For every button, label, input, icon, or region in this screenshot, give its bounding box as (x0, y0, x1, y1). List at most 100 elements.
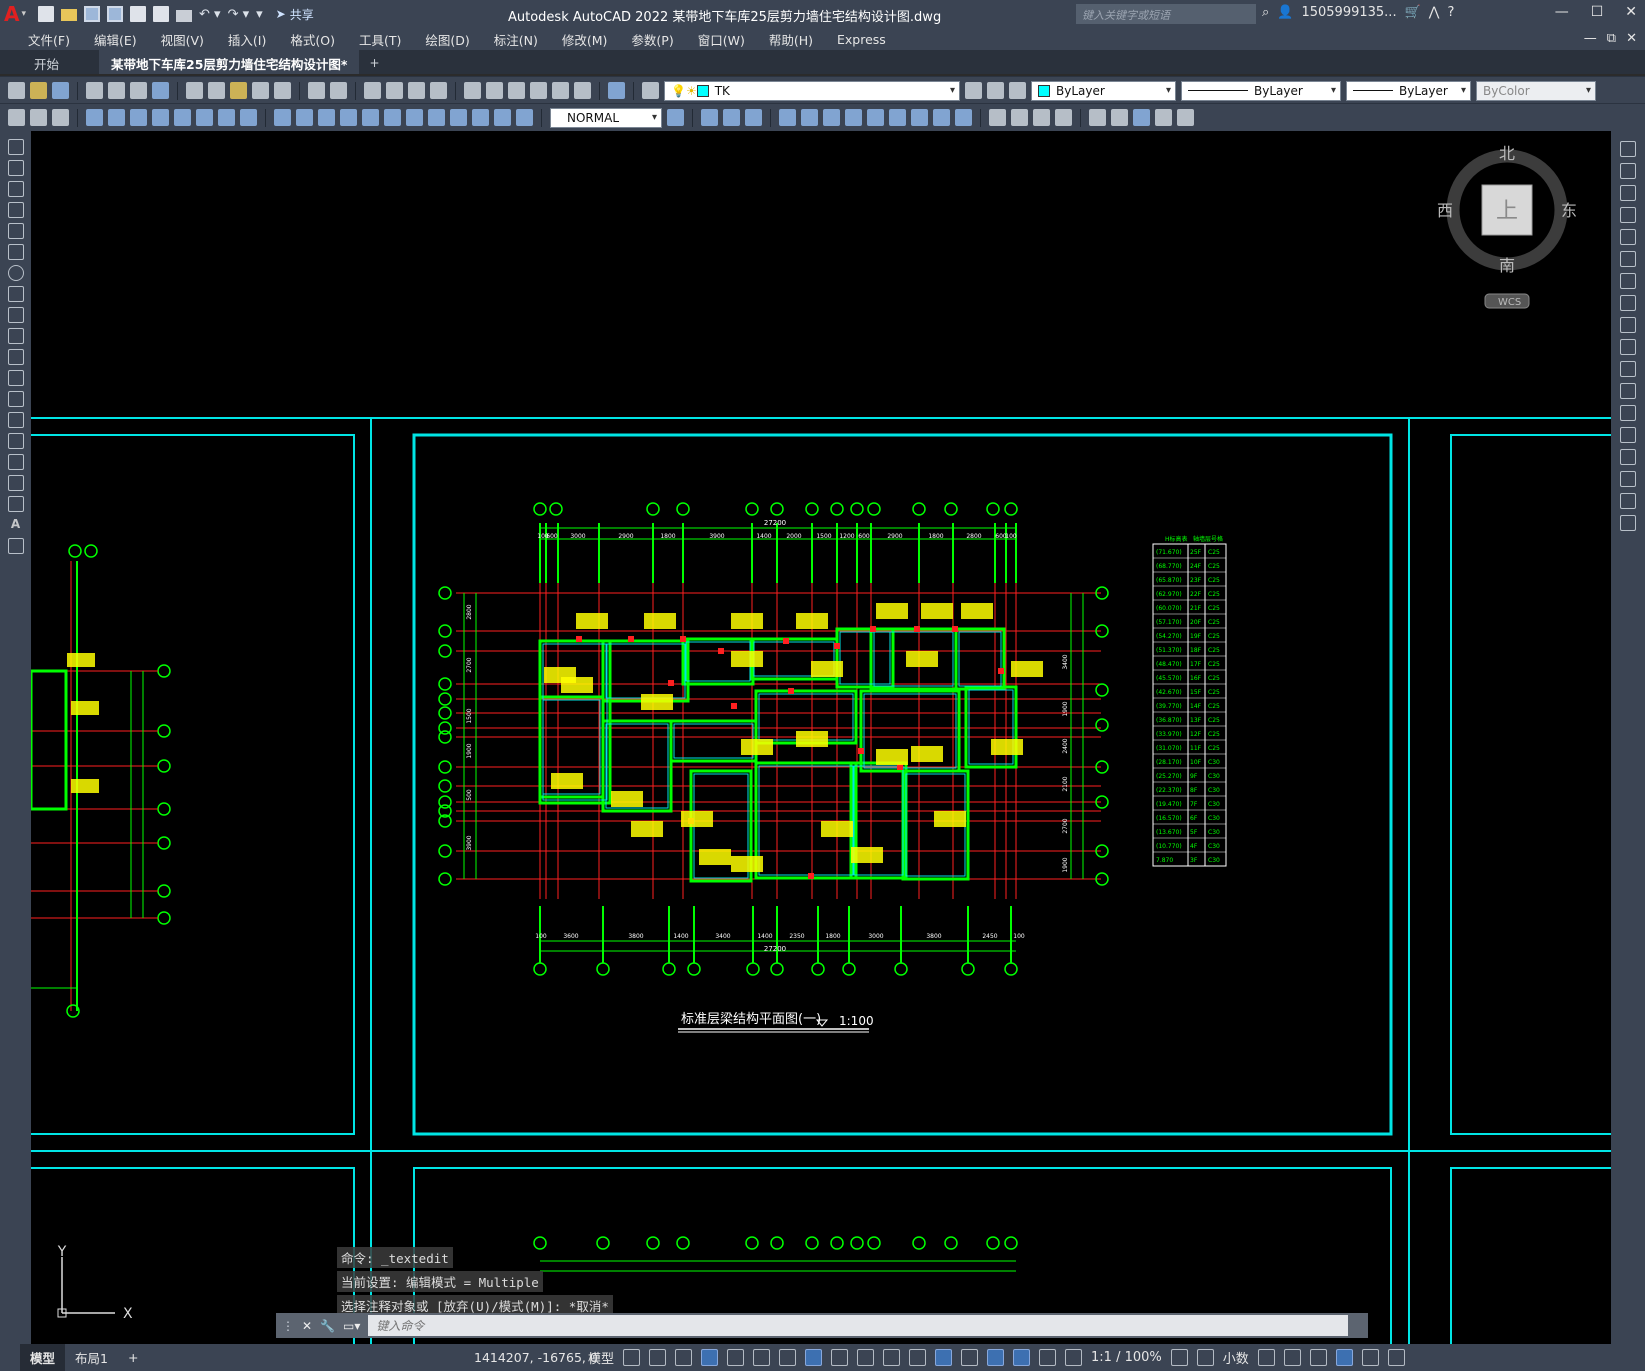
tab-model[interactable]: 模型 (20, 1344, 66, 1371)
maximize-button[interactable]: ☐ (1591, 4, 1604, 20)
user-name[interactable]: 1505999135... (1301, 5, 1396, 20)
compass-west[interactable]: 西 (1437, 201, 1453, 220)
redo-icon[interactable]: ↷ ▾ (228, 7, 250, 22)
3d-osnap-icon[interactable] (909, 1349, 927, 1366)
rectangle-icon[interactable] (7, 223, 24, 239)
polar-icon[interactable] (727, 1349, 745, 1366)
dim-text-edit-icon[interactable] (494, 109, 511, 126)
construction-line-icon[interactable] (7, 160, 24, 176)
tool-palettes-icon[interactable] (508, 82, 525, 99)
workspace-icon[interactable] (1170, 1349, 1188, 1366)
customization-icon[interactable] (1387, 1349, 1405, 1366)
jogged-linear-icon[interactable] (450, 109, 467, 126)
zoom-window-icon[interactable] (408, 82, 425, 99)
chamfer-icon[interactable] (1620, 449, 1636, 465)
plot-icon[interactable] (176, 9, 192, 22)
ucs-view-icon[interactable] (889, 109, 906, 126)
menu-item[interactable]: 参数(P) (619, 30, 685, 49)
layer-properties-icon[interactable] (642, 82, 659, 99)
quick-properties-icon[interactable] (1257, 1349, 1275, 1366)
recent-commands-icon[interactable]: ▭▾ (343, 1319, 360, 1333)
drawing-canvas[interactable]: 100 600 3000 2900 1800 3900 1400 2000 1500 1200 60… (31, 131, 1611, 1344)
doc-close-button[interactable]: ✕ (1626, 31, 1637, 46)
free-orbit-icon[interactable] (1111, 109, 1128, 126)
save-icon[interactable] (52, 82, 69, 99)
dim-edit-icon[interactable] (472, 109, 489, 126)
point-icon[interactable] (7, 412, 24, 428)
arc-icon[interactable] (7, 244, 24, 260)
dim-update-icon[interactable] (516, 109, 533, 126)
model-space-button[interactable]: 模型 (588, 1348, 614, 1367)
menu-item[interactable]: 绘图(D) (413, 30, 481, 49)
explode-icon[interactable] (1620, 515, 1636, 531)
break-icon[interactable] (1620, 405, 1636, 421)
erase-icon[interactable] (1620, 141, 1636, 157)
undo-icon[interactable]: ↶ ▾ (199, 7, 221, 22)
menu-item[interactable]: 插入(I) (216, 30, 278, 49)
osnap-icon[interactable] (805, 1349, 823, 1366)
linear-dim-icon[interactable] (86, 109, 103, 126)
open-file-icon[interactable] (61, 9, 77, 21)
linetype-dropdown[interactable]: ByLayer ▾ (1181, 80, 1341, 101)
menu-item[interactable]: Express (825, 32, 898, 47)
dynamic-ucs-icon[interactable] (935, 1349, 953, 1366)
walk-icon[interactable] (1155, 109, 1172, 126)
plus-icon[interactable] (1196, 1349, 1214, 1366)
command-input[interactable] (368, 1315, 1349, 1336)
copy-icon[interactable] (208, 82, 225, 99)
radius-dim-icon[interactable] (174, 109, 191, 126)
compass-north[interactable]: 北 (1499, 144, 1515, 163)
help-icon[interactable] (608, 82, 625, 99)
layer-tool-icon[interactable] (8, 109, 25, 126)
lineweight-dropdown[interactable]: ByLayer ▾ (1346, 80, 1471, 101)
continue-dim-icon[interactable] (318, 109, 335, 126)
close-button[interactable]: ✕ (1625, 4, 1637, 20)
isolate-icon[interactable] (1309, 1349, 1327, 1366)
lock-ui-icon[interactable] (1283, 1349, 1301, 1366)
scale-icon[interactable] (1620, 295, 1636, 311)
circle-icon[interactable] (7, 265, 24, 281)
stretch-icon[interactable] (1620, 317, 1636, 333)
cart-icon[interactable]: 🛒 (1405, 5, 1421, 20)
add-layout-button[interactable]: + (118, 1346, 148, 1369)
layer-walk-icon[interactable] (30, 109, 47, 126)
realistic-icon[interactable] (1033, 109, 1050, 126)
help-icon[interactable]: ? (1447, 5, 1454, 20)
conceptual-icon[interactable] (1055, 109, 1072, 126)
ucs-icon[interactable] (779, 109, 796, 126)
annotation-scale-icon[interactable] (1065, 1349, 1083, 1366)
coordinates-readout[interactable]: 1414207, -16765, 0 (474, 1350, 598, 1365)
zoom-previous-icon[interactable] (430, 82, 447, 99)
ucs-origin-icon[interactable] (911, 109, 928, 126)
layer-dropdown[interactable]: 💡☀ TK ▾ (664, 80, 960, 101)
gradient-icon[interactable] (7, 454, 24, 470)
user-icon[interactable]: 👤 (1277, 5, 1293, 20)
ucs-3point-icon[interactable] (955, 109, 972, 126)
view-back-icon[interactable] (723, 109, 740, 126)
dim-style-icon[interactable] (667, 109, 684, 126)
new-icon[interactable] (8, 82, 25, 99)
rotate-icon[interactable] (1620, 273, 1636, 289)
menu-item[interactable]: 修改(M) (550, 30, 620, 49)
menu-item[interactable]: 视图(V) (149, 30, 216, 49)
hardware-accel-icon[interactable] (1335, 1349, 1353, 1366)
quick-dim-icon[interactable] (274, 109, 291, 126)
block-editor-icon[interactable] (274, 82, 291, 99)
search-input[interactable]: 键入关键字或短语 (1076, 4, 1256, 24)
clean-screen-icon[interactable] (1361, 1349, 1379, 1366)
move-icon[interactable] (1620, 251, 1636, 267)
undo-icon[interactable] (308, 82, 325, 99)
qat-dropdown-icon[interactable]: ▾ (256, 7, 263, 22)
new-file-icon[interactable] (38, 6, 54, 22)
tolerance-icon[interactable] (384, 109, 401, 126)
auto-scale-icon[interactable] (1039, 1349, 1057, 1366)
view-left-icon[interactable] (745, 109, 762, 126)
ucs-world-icon[interactable] (801, 109, 818, 126)
menu-item[interactable]: 文件(F) (16, 30, 82, 49)
doc-restore-button[interactable]: ⧉ (1607, 31, 1616, 46)
selection-cycling-icon[interactable] (883, 1349, 901, 1366)
tab-drawing[interactable]: 某带地下车库25层剪力墙住宅结构设计图* (99, 50, 360, 74)
mtext-icon[interactable]: A (8, 517, 24, 533)
layer-state-icon[interactable] (1009, 82, 1026, 99)
plot-icon[interactable] (86, 82, 103, 99)
